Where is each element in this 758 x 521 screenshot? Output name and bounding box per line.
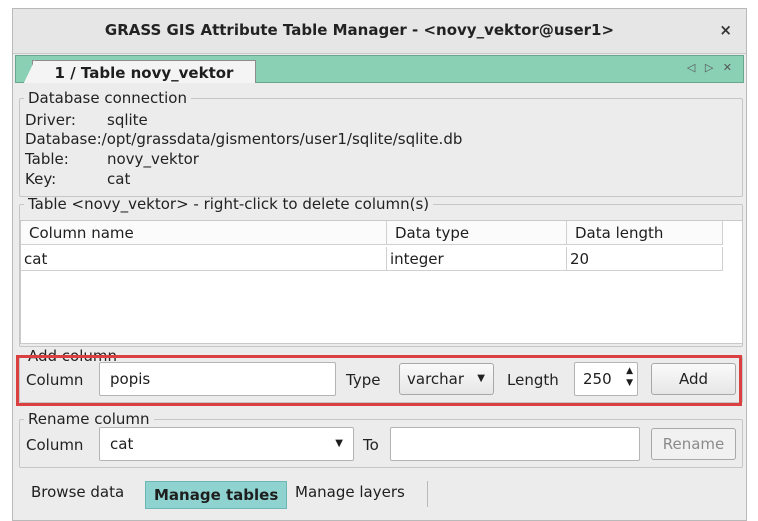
rename-column-value: cat — [110, 435, 134, 453]
rename-button[interactable]: Rename — [651, 428, 736, 460]
table-columns-legend: Table <novy_vektor> - right-click to del… — [28, 195, 430, 213]
tab-browse-data[interactable]: Browse data — [23, 479, 132, 507]
tab-table-novy-vektor[interactable]: 1 / Table novy_vektor — [23, 60, 256, 85]
notebook-nav-icons[interactable]: ◁ ▷ ✕ — [687, 61, 735, 74]
table-label: Table: — [25, 150, 69, 168]
tab-divider — [427, 481, 428, 507]
bottom-notebook-tabs: Browse data Manage tables Manage layers — [15, 473, 744, 520]
title-bar: GRASS GIS Attribute Table Manager - <nov… — [13, 9, 746, 54]
db-row-table: Table: novy_vektor — [25, 150, 199, 168]
close-icon[interactable]: × — [719, 21, 732, 39]
rename-column-legend: Rename column — [28, 410, 150, 428]
rename-column-label: Column — [26, 436, 84, 454]
db-row-driver: Driver: sqlite — [25, 111, 148, 129]
table-value: novy_vektor — [107, 150, 199, 168]
columns-list[interactable]: Column name Data type Data length cat in… — [20, 220, 743, 344]
tab-manage-layers[interactable]: Manage layers — [287, 479, 413, 507]
cell-column-name[interactable]: cat — [21, 247, 387, 271]
database-value: /opt/grassdata/gismentors/user1/sqlite/s… — [101, 130, 463, 148]
attribute-table-manager-window: GRASS GIS Attribute Table Manager - <nov… — [12, 8, 747, 521]
key-value: cat — [107, 170, 131, 188]
tab-manage-tables[interactable]: Manage tables — [145, 481, 288, 509]
db-row-key: Key: cat — [25, 170, 130, 188]
key-label: Key: — [25, 170, 57, 188]
chevron-down-icon[interactable]: ▼ — [335, 428, 343, 460]
database-label: Database: — [25, 130, 102, 148]
layer-notebook-bar: 1 / Table novy_vektor ◁ ▷ ✕ — [15, 55, 744, 85]
column-header-length[interactable]: Data length — [567, 221, 723, 245]
database-connection-legend: Database connection — [28, 89, 187, 107]
window-title: GRASS GIS Attribute Table Manager - <nov… — [104, 21, 615, 39]
db-row-database: Database:/opt/grassdata/gismentors/user1… — [25, 130, 462, 148]
rename-column-combobox[interactable]: cat ▼ — [99, 427, 354, 461]
driver-label: Driver: — [25, 111, 76, 129]
manage-tables-panel: Database connection Driver: sqlite Databa… — [15, 83, 744, 473]
rename-to-input[interactable] — [390, 427, 640, 461]
add-column-highlight — [16, 355, 742, 406]
column-header-type[interactable]: Data type — [387, 221, 567, 245]
cell-data-length[interactable]: 20 — [567, 247, 723, 271]
cell-data-type[interactable]: integer — [387, 247, 567, 271]
driver-value: sqlite — [107, 111, 148, 129]
to-label: To — [363, 436, 379, 454]
column-header-name[interactable]: Column name — [21, 221, 387, 245]
